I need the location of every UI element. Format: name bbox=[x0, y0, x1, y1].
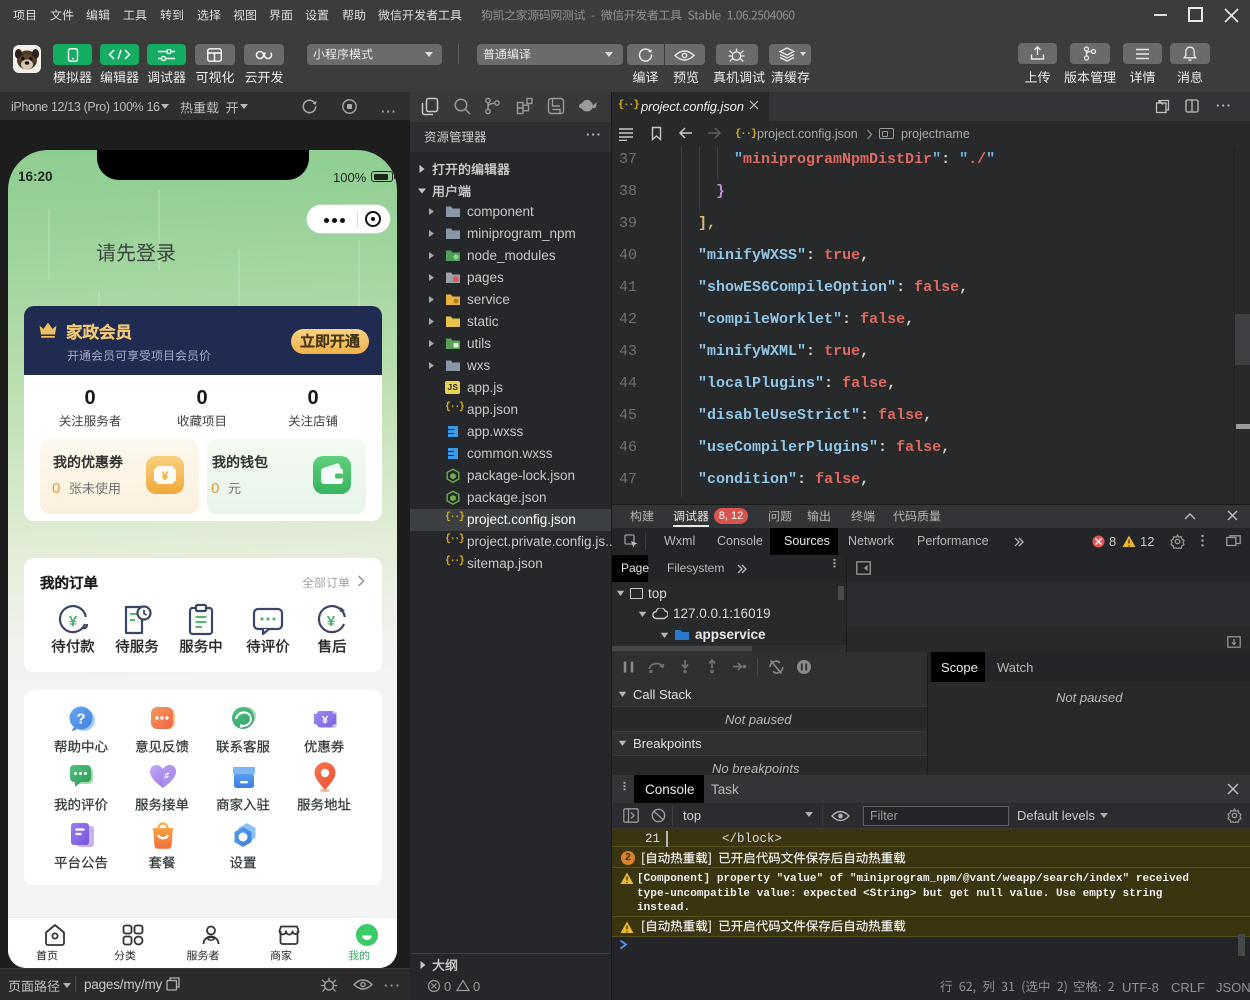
svg-text:¥: ¥ bbox=[327, 613, 336, 630]
svg-text:¥: ¥ bbox=[322, 715, 329, 727]
svg-text:¥: ¥ bbox=[162, 469, 169, 483]
svg-text:?: ? bbox=[76, 711, 85, 728]
svg-text:¥: ¥ bbox=[69, 613, 78, 630]
